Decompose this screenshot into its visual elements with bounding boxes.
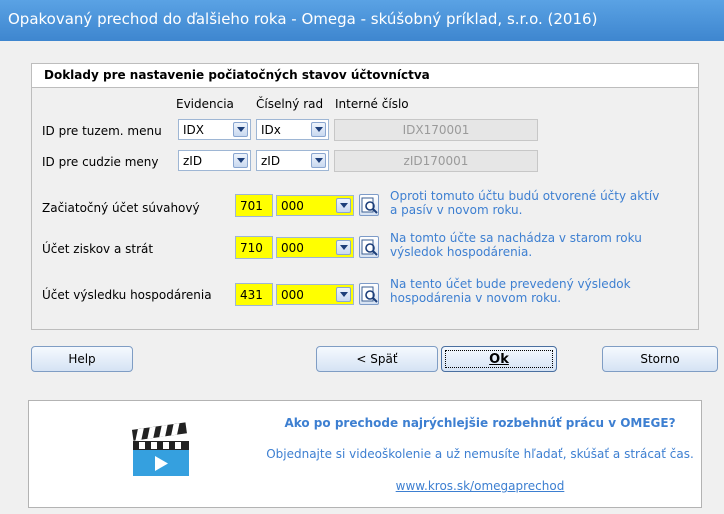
evidencia-value: IDX [183, 123, 204, 137]
evidencia-select-cudzie[interactable]: zID [178, 150, 251, 171]
account-anal-select-suvahovy[interactable]: 000 [276, 195, 354, 216]
evidencia-value: zID [183, 154, 203, 168]
ciselny-rad-value: zID [261, 154, 281, 168]
promo-text: Objednajte si videoškolenie a už nemusít… [266, 447, 694, 461]
ciselny-rad-select-tuzem[interactable]: IDx [256, 119, 329, 140]
account-label-vysledok: Účet výsledku hospodárenia [42, 288, 212, 302]
promo-heading: Ako po prechode najrýchlejšie rozbehnúť … [284, 416, 676, 430]
ok-label: Ok [489, 352, 509, 367]
column-header-interne-cislo: Interné číslo [335, 97, 409, 111]
lookup-button-vysledok[interactable] [359, 283, 379, 305]
hint-vysledok: Na tento účet bude prevedený výsledok hos… [390, 277, 631, 305]
search-document-icon [361, 239, 378, 256]
account-synt-input-vysledok[interactable]: 431 [235, 283, 273, 306]
ok-button[interactable]: Ok [441, 346, 557, 372]
chevron-down-icon[interactable] [336, 198, 351, 213]
account-anal-value: 000 [281, 199, 304, 213]
chevron-down-icon[interactable] [233, 153, 248, 168]
chevron-down-icon[interactable] [311, 153, 326, 168]
row-label-tuzem: ID pre tuzem. menu [42, 124, 162, 138]
hint-line: hospodárenia v novom roku. [390, 291, 562, 305]
back-button[interactable]: < Späť [316, 346, 438, 372]
account-anal-select-zisky[interactable]: 000 [276, 237, 354, 258]
column-header-ciselny-rad: Číselný rad [256, 97, 324, 111]
evidencia-select-tuzem[interactable]: IDX [178, 119, 251, 140]
interne-cislo-field-cudzie: zID170001 [334, 150, 538, 172]
lookup-button-zisky[interactable] [359, 236, 379, 258]
account-anal-select-vysledok[interactable]: 000 [276, 284, 354, 305]
lookup-button-suvahovy[interactable] [359, 194, 379, 216]
cancel-button[interactable]: Storno [602, 346, 718, 372]
promo-panel: Ako po prechode najrýchlejšie rozbehnúť … [28, 400, 702, 508]
account-synt-value: 701 [240, 199, 263, 213]
chevron-down-icon[interactable] [233, 122, 248, 137]
help-button[interactable]: Help [31, 346, 133, 372]
account-anal-value: 000 [281, 288, 304, 302]
account-synt-value: 431 [240, 288, 263, 302]
promo-link[interactable]: www.kros.sk/omegaprechod [29, 479, 701, 493]
account-label-zisky: Účet ziskov a strát [42, 242, 154, 256]
account-anal-value: 000 [281, 241, 304, 255]
chevron-down-icon[interactable] [336, 287, 351, 302]
row-label-cudzie: ID pre cudzie meny [42, 155, 159, 169]
column-header-evidencia: Evidencia [176, 97, 234, 111]
hint-line: Oproti tomuto účtu budú otvorené účty ak… [390, 189, 660, 203]
title-bar: Opakovaný prechod do ďalšieho roka - Ome… [0, 0, 724, 41]
group-title: Doklady pre nastavenie počiatočných stav… [44, 68, 430, 82]
chevron-down-icon[interactable] [311, 122, 326, 137]
search-document-icon [361, 197, 378, 214]
search-document-icon [361, 286, 378, 303]
group-header: Doklady pre nastavenie počiatočných stav… [32, 64, 698, 88]
hint-line: výsledok hospodárenia. [390, 245, 533, 259]
account-label-suvahovy: Začiatočný účet súvahový [42, 201, 200, 215]
interne-cislo-field-tuzem: IDX170001 [334, 119, 538, 141]
ciselny-rad-value: IDx [261, 123, 281, 137]
hint-line: Na tomto účte sa nachádza v starom roku [390, 231, 642, 245]
hint-suvahovy: Oproti tomuto účtu budú otvorené účty ak… [390, 189, 659, 217]
window-title: Opakovaný prechod do ďalšieho roka - Ome… [8, 10, 598, 28]
account-synt-input-suvahovy[interactable]: 701 [235, 194, 273, 217]
hint-line: Na tento účet bude prevedený výsledok [390, 277, 631, 291]
hint-zisky: Na tomto účte sa nachádza v starom roku v… [390, 231, 642, 259]
ciselny-rad-select-cudzie[interactable]: zID [256, 150, 329, 171]
account-synt-input-zisky[interactable]: 710 [235, 236, 273, 259]
hint-line: a pasív v novom roku. [390, 203, 523, 217]
account-synt-value: 710 [240, 241, 263, 255]
chevron-down-icon[interactable] [336, 240, 351, 255]
